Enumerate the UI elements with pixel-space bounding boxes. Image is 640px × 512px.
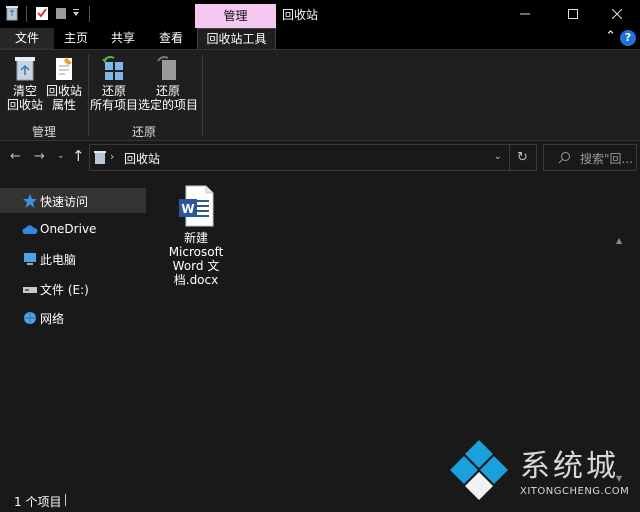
watermark-logo-icon: [450, 440, 508, 500]
restore-selected-button[interactable]: 还原 选定的项目: [138, 54, 198, 112]
sidebar-item-label: OneDrive: [40, 222, 97, 236]
word-document-icon: W: [179, 185, 214, 227]
restore-all-label-2: 所有项目: [90, 98, 139, 112]
scroll-up-arrow-icon[interactable]: ▲: [616, 236, 622, 245]
empty-label-2: 回收站: [6, 98, 43, 112]
sidebar-item-onedrive[interactable]: OneDrive: [0, 217, 146, 242]
group-label-manage: 管理: [31, 125, 56, 139]
search-icon: [558, 152, 570, 164]
ribbon: 清空 回收站 回收站 属性 管理 还原 所有项目 还原 选定的项目 还原: [0, 49, 640, 141]
collapse-ribbon-icon[interactable]: ⌃: [605, 29, 616, 44]
file-item-word-document[interactable]: W 新建 Microsoft Word 文档.docx: [168, 182, 224, 287]
properties-icon: [56, 57, 72, 80]
empty-recycle-bin-button[interactable]: 清空 回收站: [4, 54, 46, 112]
props-label-2: 属性: [51, 98, 76, 112]
group-separator: [202, 54, 203, 136]
tab-share[interactable]: 共享: [104, 28, 142, 49]
maximize-icon: [568, 9, 578, 19]
minimize-button[interactable]: [502, 0, 548, 28]
sidebar-item-label: 网络: [40, 312, 65, 326]
sidebar-item-label: 此电脑: [40, 253, 77, 267]
recycle-bin-icon: [94, 151, 106, 164]
search-box[interactable]: 搜索"回...: [543, 144, 637, 171]
restore-selected-icon: [157, 56, 176, 80]
restore-all-button[interactable]: 还原 所有项目: [90, 54, 138, 112]
navigation-bar: ← → ⌄ ↑ › 回收站 ⌄ ↻ 搜索"回...: [0, 141, 640, 174]
empty-recycle-bin-icon: [15, 57, 35, 81]
separator: [26, 6, 27, 22]
restore-all-label-1: 还原: [101, 84, 126, 98]
cloud-icon: [22, 225, 38, 234]
status-separator: [65, 494, 66, 506]
watermark-title: 系统城: [520, 449, 619, 484]
separator: [89, 6, 90, 22]
address-bar[interactable]: › 回收站 ⌄ ↻: [89, 144, 537, 171]
group-separator: [88, 54, 89, 136]
sidebar-item-network[interactable]: 网络: [0, 305, 146, 330]
recycle-bin-icon[interactable]: [5, 5, 19, 21]
breadcrumb-chevron-icon[interactable]: ›: [110, 150, 114, 163]
sidebar-item-quick-access[interactable]: 快速访问: [0, 188, 146, 213]
up-arrow-icon[interactable]: ↑: [72, 147, 85, 165]
item-count: 1 个项目: [14, 495, 62, 509]
search-placeholder: 搜索"回...: [580, 152, 633, 166]
restore-selected-label-1: 还原: [155, 84, 180, 98]
restore-selected-label-2: 选定的项目: [138, 98, 199, 112]
tab-home[interactable]: 主页: [58, 28, 94, 49]
back-arrow-icon[interactable]: ←: [10, 149, 21, 164]
props-label-1: 回收站: [45, 84, 82, 98]
watermark: 系统城 XITONGCHENG.COM: [448, 440, 638, 500]
navigation-pane: 快速访问 OneDrive 此电脑 文件 (E:) 网络: [0, 174, 148, 488]
sidebar-item-drive-e[interactable]: 文件 (E:): [0, 276, 146, 301]
address-dropdown-icon[interactable]: ⌄: [494, 151, 502, 162]
sidebar-item-label: 文件 (E:): [40, 283, 89, 297]
sidebar-item-this-pc[interactable]: 此电脑: [0, 246, 146, 271]
group-label-restore: 还原: [131, 125, 156, 139]
context-tab-manage[interactable]: 管理: [195, 4, 276, 28]
help-icon[interactable]: ?: [620, 30, 636, 46]
sidebar-item-label: 快速访问: [40, 195, 89, 209]
refresh-icon[interactable]: ↻: [509, 145, 535, 170]
title-bar: 管理 回收站: [0, 0, 640, 28]
network-icon: [24, 312, 36, 324]
breadcrumb-recycle-bin[interactable]: 回收站: [124, 150, 160, 167]
close-icon: [612, 9, 622, 19]
tab-view[interactable]: 查看: [152, 28, 190, 49]
restore-all-icon: [102, 56, 123, 80]
drive-icon: [23, 287, 37, 293]
svg-text:W: W: [181, 202, 194, 216]
empty-label-1: 清空: [12, 84, 37, 98]
tab-file[interactable]: 文件: [0, 28, 54, 49]
customize-dropdown-icon[interactable]: [72, 9, 80, 17]
close-button[interactable]: [594, 0, 640, 28]
file-name: 新建 Microsoft Word 文档.docx: [168, 231, 224, 287]
properties-icon[interactable]: [35, 5, 49, 21]
window-title: 回收站: [282, 8, 319, 22]
tab-recycle-bin-tools[interactable]: 回收站工具: [197, 28, 276, 50]
star-icon: [23, 194, 37, 208]
computer-icon: [24, 253, 36, 265]
minimize-icon: [520, 13, 530, 15]
forward-arrow-icon[interactable]: →: [34, 149, 45, 164]
recycle-bin-properties-button[interactable]: 回收站 属性: [44, 54, 84, 112]
watermark-subtitle: XITONGCHENG.COM: [520, 486, 630, 497]
ribbon-tab-bar: 文件 主页 共享 查看 回收站工具 ⌃ ?: [0, 28, 640, 50]
new-folder-icon[interactable]: [55, 5, 67, 21]
recent-locations-chevron-icon[interactable]: ⌄: [57, 151, 65, 161]
maximize-button[interactable]: [550, 0, 596, 28]
